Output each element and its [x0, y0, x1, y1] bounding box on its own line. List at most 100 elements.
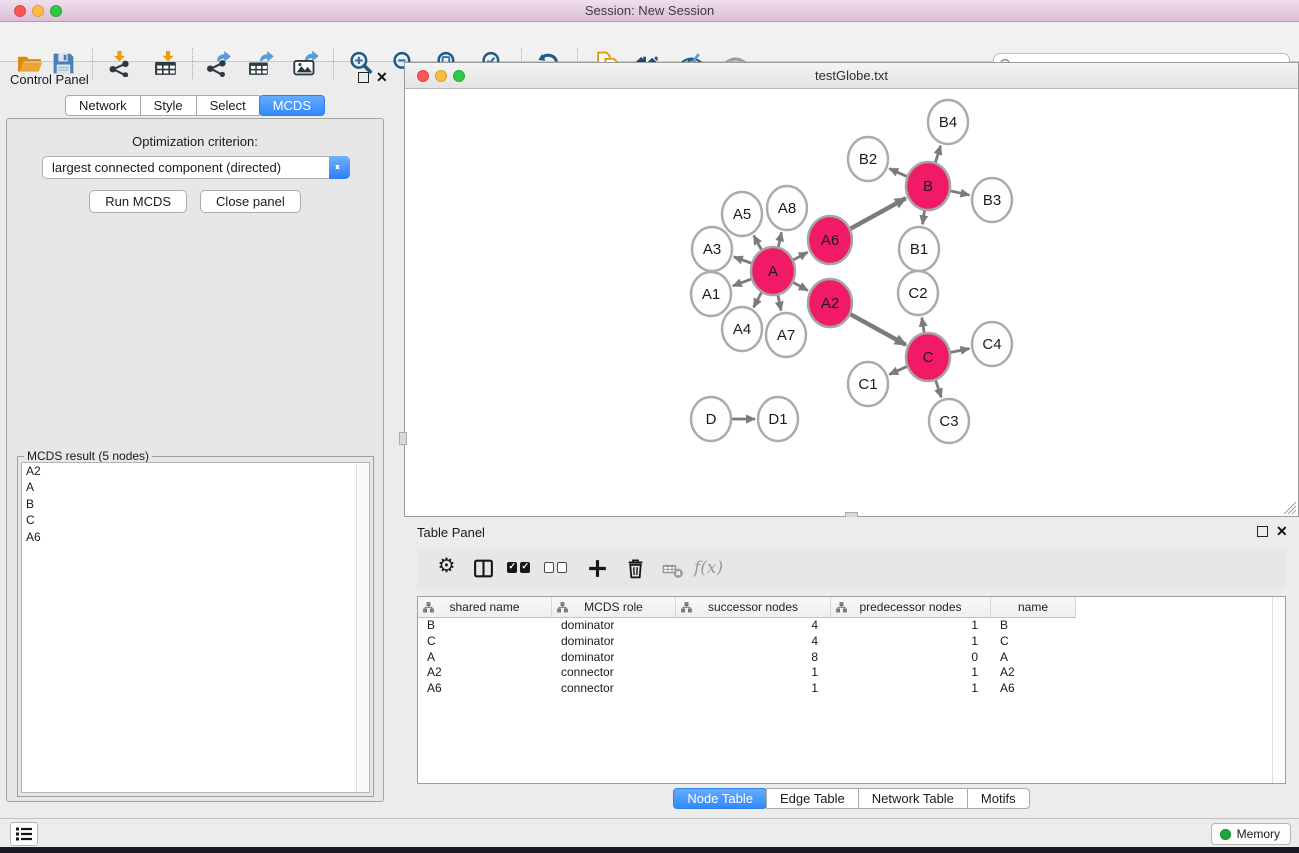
cell[interactable]: A6: [418, 681, 552, 697]
cell[interactable]: connector: [552, 681, 676, 697]
graph-node-C[interactable]: C: [906, 333, 950, 381]
graph-edge-B-B2[interactable]: [889, 169, 907, 177]
table-row-a[interactable]: Adominator80A: [418, 650, 1285, 666]
table-row-a6[interactable]: A6connector11A6: [418, 681, 1285, 697]
tab-mcds[interactable]: MCDS: [259, 95, 325, 116]
table-tab-motifs[interactable]: Motifs: [967, 788, 1030, 809]
graph-node-C4[interactable]: C4: [972, 322, 1012, 366]
add-column-icon[interactable]: [586, 557, 609, 580]
graph-node-A7[interactable]: A7: [766, 313, 806, 357]
close-panel-button[interactable]: Close panel: [200, 190, 301, 213]
memory-button[interactable]: Memory: [1211, 823, 1291, 845]
graph-edge-A6-B[interactable]: [851, 198, 906, 228]
graph-node-A[interactable]: A: [751, 247, 795, 295]
network-graph[interactable]: AA1A2A3A4A5A6A7A8BB1B2B3B4CC1C2C3C4DD1: [405, 90, 1298, 516]
criterion-select[interactable]: largest connected component (directed): [42, 156, 350, 179]
column-header-successor-nodes[interactable]: successor nodes: [676, 597, 831, 618]
cell[interactable]: 8: [676, 650, 831, 666]
graph-node-A2[interactable]: A2: [808, 279, 852, 327]
graph-edge-C-C1[interactable]: [889, 367, 907, 375]
table-mode-gear-icon[interactable]: ⚙: [435, 555, 458, 578]
table-scrollbar[interactable]: [1272, 597, 1285, 783]
result-item-c[interactable]: C: [22, 512, 369, 528]
cell[interactable]: 1: [831, 618, 991, 634]
cell[interactable]: 1: [676, 681, 831, 697]
graph-node-B4[interactable]: B4: [928, 100, 968, 144]
task-history-button[interactable]: [10, 822, 38, 846]
result-item-a[interactable]: A: [22, 479, 369, 495]
cell[interactable]: 1: [831, 681, 991, 697]
result-item-a6[interactable]: A6: [22, 529, 369, 545]
graph-edge-A-A2[interactable]: [793, 282, 807, 290]
graph-edge-A-A4[interactable]: [754, 293, 762, 308]
cell[interactable]: 1: [676, 665, 831, 681]
cell[interactable]: B: [418, 618, 552, 634]
column-header-mcds-role[interactable]: MCDS role: [552, 597, 676, 618]
table-tab-edge-table[interactable]: Edge Table: [766, 788, 859, 809]
graph-edge-B-B1[interactable]: [923, 211, 925, 225]
cell[interactable]: A: [418, 650, 552, 666]
cell[interactable]: connector: [552, 665, 676, 681]
graph-node-D1[interactable]: D1: [758, 397, 798, 441]
cell[interactable]: 1: [831, 665, 991, 681]
tab-network[interactable]: Network: [65, 95, 141, 116]
graph-node-C2[interactable]: C2: [898, 271, 938, 315]
graph-node-B[interactable]: B: [906, 162, 950, 210]
cell[interactable]: dominator: [552, 618, 676, 634]
float-panel-icon[interactable]: [358, 72, 369, 83]
graph-node-C1[interactable]: C1: [848, 362, 888, 406]
table-tab-network-table[interactable]: Network Table: [858, 788, 968, 809]
table-tab-node-table[interactable]: Node Table: [673, 788, 767, 809]
column-header-shared-name[interactable]: shared name: [418, 597, 552, 618]
cell[interactable]: A: [991, 650, 1076, 666]
graph-edge-A-A3[interactable]: [734, 257, 751, 263]
graph-edge-A-A5[interactable]: [754, 236, 762, 250]
graph-edge-C-C2[interactable]: [922, 318, 924, 333]
column-header-predecessor-nodes[interactable]: predecessor nodes: [831, 597, 991, 618]
table-row-b[interactable]: Bdominator41B: [418, 618, 1285, 634]
tab-style[interactable]: Style: [140, 95, 197, 116]
graph-node-A1[interactable]: A1: [691, 272, 731, 316]
graph-node-A5[interactable]: A5: [722, 192, 762, 236]
graph-node-B1[interactable]: B1: [899, 227, 939, 271]
select-all-rows-icon[interactable]: [507, 557, 530, 580]
close-panel-icon[interactable]: ✕: [376, 72, 388, 83]
column-header-name[interactable]: name: [991, 597, 1076, 618]
graph-edge-A-A8[interactable]: [778, 232, 781, 246]
table-row-a2[interactable]: A2connector11A2: [418, 665, 1285, 681]
graph-edge-A-A1[interactable]: [733, 279, 751, 286]
cell[interactable]: 4: [676, 634, 831, 650]
cell[interactable]: B: [991, 618, 1076, 634]
graph-edge-C-C3[interactable]: [936, 381, 942, 398]
cell[interactable]: 0: [831, 650, 991, 666]
run-mcds-button[interactable]: Run MCDS: [89, 190, 187, 213]
delete-column-icon[interactable]: [624, 557, 647, 580]
graph-node-A6[interactable]: A6: [808, 216, 852, 264]
cell[interactable]: 1: [831, 634, 991, 650]
cell[interactable]: A2: [418, 665, 552, 681]
graph-node-D[interactable]: D: [691, 397, 731, 441]
graph-edge-B-B3[interactable]: [951, 191, 970, 195]
cell[interactable]: A6: [991, 681, 1076, 697]
show-column-icon[interactable]: [472, 557, 495, 580]
table-close-panel-icon[interactable]: ✕: [1276, 526, 1288, 537]
graph-edge-B-B4[interactable]: [935, 146, 940, 163]
result-list-scrollbar[interactable]: [356, 463, 369, 792]
cell[interactable]: A2: [991, 665, 1076, 681]
result-item-b[interactable]: B: [22, 496, 369, 512]
mcds-result-list[interactable]: A2ABCA6: [21, 462, 370, 793]
graph-node-C3[interactable]: C3: [929, 399, 969, 443]
resize-grip-icon[interactable]: [1283, 501, 1297, 515]
graph-edge-A2-C[interactable]: [851, 314, 906, 344]
cell[interactable]: dominator: [552, 634, 676, 650]
table-float-panel-icon[interactable]: [1257, 526, 1268, 537]
result-item-a2[interactable]: A2: [22, 463, 369, 479]
graph-edge-A-A6[interactable]: [794, 252, 808, 260]
splitter-handle-vertical[interactable]: [399, 432, 407, 445]
graph-node-A3[interactable]: A3: [692, 227, 732, 271]
deselect-all-rows-icon[interactable]: [544, 557, 567, 580]
graph-node-A4[interactable]: A4: [722, 307, 762, 351]
graph-node-B2[interactable]: B2: [848, 137, 888, 181]
tab-select[interactable]: Select: [196, 95, 260, 116]
cell[interactable]: 4: [676, 618, 831, 634]
